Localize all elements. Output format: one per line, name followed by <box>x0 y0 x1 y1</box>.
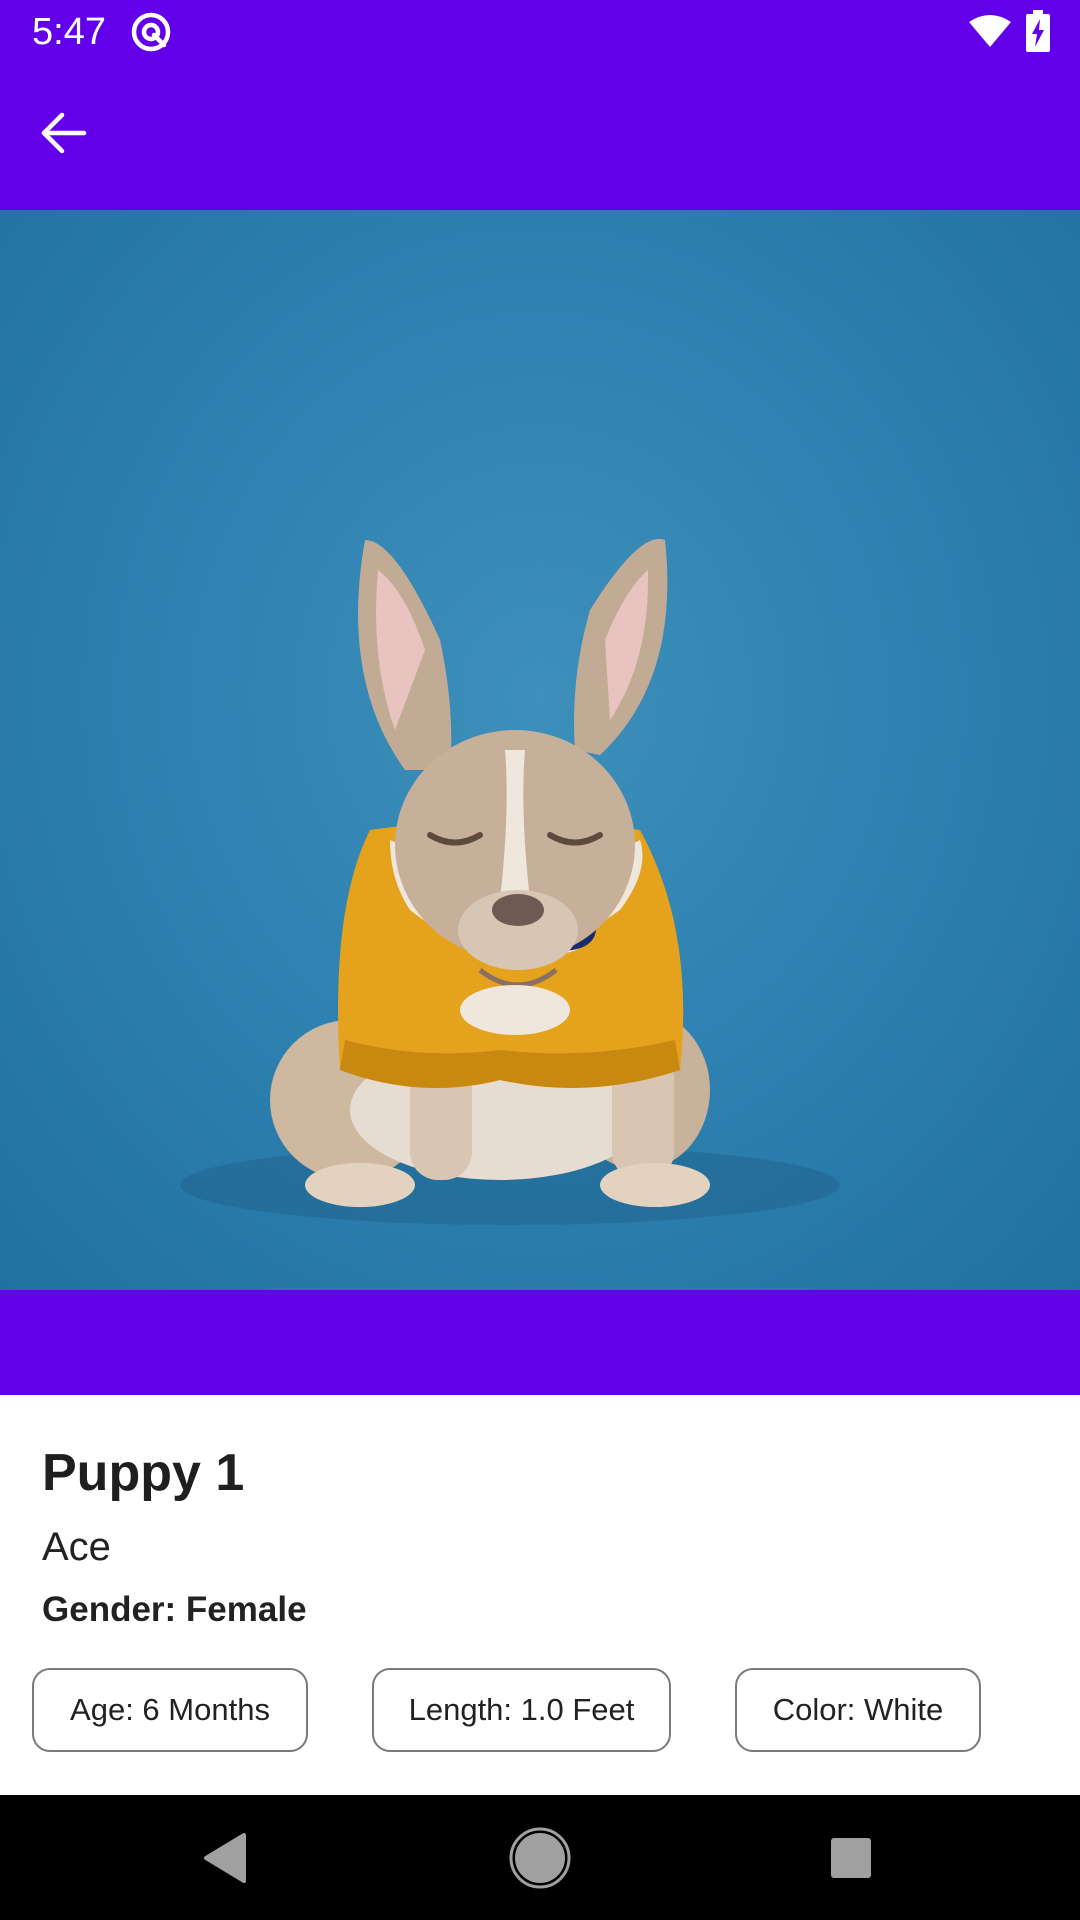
nav-recents-button[interactable] <box>818 1825 884 1891</box>
color-chip[interactable]: Color: White <box>735 1668 981 1752</box>
color-chip-label: Color: White <box>772 1692 944 1727</box>
arrow-left-icon <box>40 111 88 160</box>
app-bar <box>0 63 1080 210</box>
system-navigation-bar <box>0 1795 1080 1920</box>
age-chip[interactable]: Age: 6 Months <box>32 1668 308 1752</box>
length-chip-label: Length: 1.0 Feet <box>408 1692 635 1727</box>
wifi-icon <box>968 14 1012 48</box>
triangle-back-icon <box>192 1833 258 1895</box>
at-sign-icon <box>130 11 172 53</box>
battery-charging-icon <box>1026 10 1050 52</box>
puppy-details: Puppy 1 Ace Gender: Female Age: 6 Months… <box>0 1395 1080 1795</box>
puppy-name: Ace <box>42 1525 111 1569</box>
hero-image-frame <box>0 210 1080 1395</box>
square-recents-icon <box>818 1838 884 1895</box>
nav-home-button[interactable] <box>507 1825 573 1891</box>
length-chip[interactable]: Length: 1.0 Feet <box>372 1668 671 1752</box>
puppy-detail-screen: 5:47 Puppy 1 Ace Gender: Female Age: 6 M… <box>0 0 1080 1920</box>
status-bar: 5:47 <box>0 0 1080 63</box>
puppy-gender: Gender: Female <box>42 1590 307 1629</box>
nav-back-button[interactable] <box>192 1825 258 1891</box>
back-button[interactable] <box>24 95 104 175</box>
dog-photo <box>0 210 1080 1290</box>
status-time: 5:47 <box>32 11 106 53</box>
age-chip-label: Age: 6 Months <box>70 1692 270 1727</box>
circle-home-icon <box>507 1827 573 1895</box>
page-title: Puppy 1 <box>42 1444 245 1502</box>
